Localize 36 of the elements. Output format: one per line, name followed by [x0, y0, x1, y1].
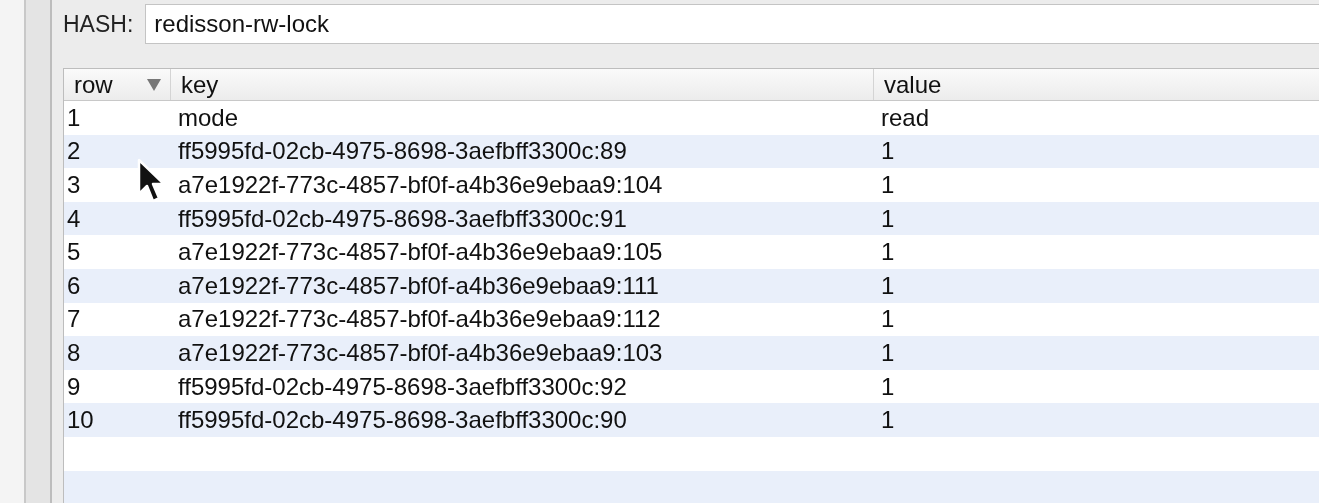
table-cell: ff5995fd-02cb-4975-8698-3aefbff3300c:92: [178, 372, 627, 401]
table-cell: a7e1922f-773c-4857-bf0f-a4b36e9ebaa9:111: [178, 271, 659, 300]
table-cell: 1: [881, 271, 895, 300]
table-cell: mode: [178, 103, 239, 132]
table-cell: a7e1922f-773c-4857-bf0f-a4b36e9ebaa9:103: [178, 338, 663, 367]
table-cell: read: [881, 103, 930, 132]
table-cell: 10: [67, 406, 94, 435]
table-cell: a7e1922f-773c-4857-bf0f-a4b36e9ebaa9:105: [178, 238, 663, 267]
hash-label: HASH:: [63, 10, 134, 38]
table-cell: a7e1922f-773c-4857-bf0f-a4b36e9ebaa9:104: [178, 171, 663, 199]
table-cell: 1: [67, 103, 81, 132]
table-cell: 5: [67, 238, 81, 267]
table-cell: 8: [67, 338, 81, 367]
table-cell: ff5995fd-02cb-4975-8698-3aefbff3300c:91: [178, 204, 627, 233]
table-cell: 4: [67, 204, 81, 233]
table-cell: 1: [881, 338, 895, 367]
table-cell: 1: [881, 171, 895, 199]
table-cell: 7: [67, 305, 81, 334]
table-cell: 1: [881, 238, 895, 267]
table-cell: 1: [881, 137, 895, 166]
table-cell: 2: [67, 137, 81, 166]
table-cell: a7e1922f-773c-4857-bf0f-a4b36e9ebaa9:112: [178, 305, 661, 334]
table-cell: ff5995fd-02cb-4975-8698-3aefbff3300c:90: [178, 406, 627, 435]
table-cell: 1: [881, 372, 895, 401]
hash-input-field[interactable]: redisson-rw-lock: [145, 4, 1319, 44]
column-header[interactable]: row: [74, 70, 113, 99]
table-cell: 6: [67, 271, 81, 300]
table-cell: 1: [881, 204, 895, 233]
table-cell: 3: [67, 171, 81, 199]
table-cell: 1: [881, 305, 895, 334]
column-header[interactable]: value: [884, 70, 942, 99]
column-header[interactable]: key: [181, 70, 219, 99]
sort-arrow-icon[interactable]: [146, 77, 162, 92]
table-cell: ff5995fd-02cb-4975-8698-3aefbff3300c:89: [178, 137, 627, 166]
table-cell: 1: [881, 406, 895, 435]
table-cell: 9: [67, 372, 81, 401]
